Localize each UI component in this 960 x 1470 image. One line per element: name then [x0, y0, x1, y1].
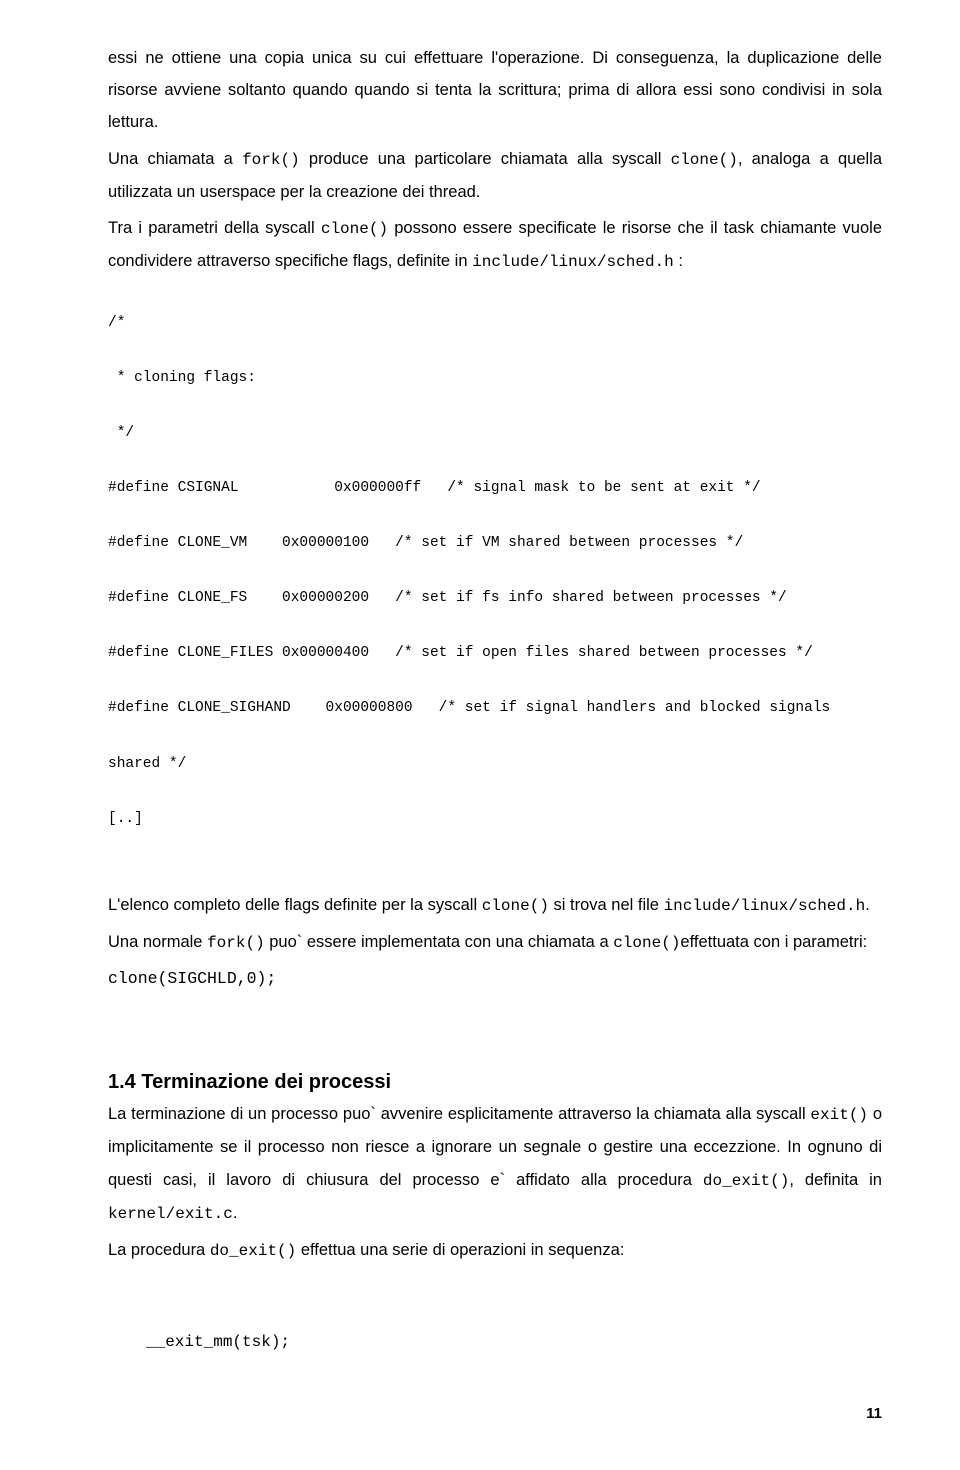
text: L'elenco completo delle flags definite p…: [108, 896, 482, 914]
code-line: */: [108, 420, 882, 448]
code-line: [..]: [108, 806, 882, 834]
body-paragraph-5: Una normale fork() puo` essere implement…: [108, 926, 882, 959]
inline-code: clone(): [671, 151, 738, 169]
code-line: #define CSIGNAL 0x000000ff /* signal mas…: [108, 475, 882, 503]
inline-code: kernel/exit.c: [108, 1205, 233, 1223]
text: La procedura: [108, 1241, 210, 1259]
code-line: * cloning flags:: [108, 365, 882, 393]
code-block: /* * cloning flags: */ #define CSIGNAL 0…: [108, 282, 882, 860]
body-paragraph-1: essi ne ottiene una copia unica su cui e…: [108, 42, 882, 139]
text: Una normale: [108, 933, 207, 951]
code-token: 0x00000800: [326, 700, 413, 716]
text: :: [674, 252, 683, 270]
inline-code: include/linux/sched.h: [472, 253, 674, 271]
code-line: shared */: [108, 751, 882, 779]
code-line: #define CLONE_FS 0x00000200 /* set if fs…: [108, 585, 882, 613]
code-line: #define CLONE_SIGHAND 0x00000800 /* set …: [108, 695, 882, 723]
inline-code: do_exit(): [703, 1172, 789, 1190]
code-token: /* set if signal handlers and blocked si…: [439, 700, 831, 716]
inline-code: clone(): [321, 220, 388, 238]
code-token: #define CLONE_SIGHAND: [108, 700, 291, 716]
text: , definita in: [789, 1171, 882, 1189]
inline-code: do_exit(): [210, 1242, 296, 1260]
code-line: #define CLONE_VM 0x00000100 /* set if VM…: [108, 530, 882, 558]
code-line: clone(SIGCHLD,0);: [108, 963, 882, 995]
text: produce una particolare chiamata alla sy…: [300, 150, 671, 168]
body-paragraph-4: L'elenco completo delle flags definite p…: [108, 889, 882, 922]
code-line: /*: [108, 310, 882, 338]
inline-code: exit(): [810, 1106, 868, 1124]
code-line: #define CLONE_FILES 0x00000400 /* set if…: [108, 640, 882, 668]
text: si trova nel file: [549, 896, 664, 914]
text: Una chiamata a: [108, 150, 242, 168]
inline-code: include/linux/sched.h: [664, 897, 866, 915]
body-paragraph-2: Una chiamata a fork() produce una partic…: [108, 143, 882, 208]
text: La terminazione di un processo puo` avve…: [108, 1105, 810, 1123]
text: effettua una serie di operazioni in sequ…: [296, 1241, 624, 1259]
text: effettuata con i parametri:: [680, 933, 867, 951]
inline-code: fork(): [207, 934, 265, 952]
page-number: 11: [108, 1405, 882, 1422]
inline-code: clone(): [613, 934, 680, 952]
inline-code: fork(): [242, 151, 300, 169]
code-line-indented: __exit_mm(tsk);: [108, 1333, 882, 1351]
body-paragraph-3: Tra i parametri della syscall clone() po…: [108, 212, 882, 278]
body-paragraph-7: La procedura do_exit() effettua una seri…: [108, 1234, 882, 1267]
text: .: [233, 1204, 238, 1222]
text: puo` essere implementata con una chiamat…: [265, 933, 614, 951]
body-paragraph-6: La terminazione di un processo puo` avve…: [108, 1098, 882, 1230]
text: Tra i parametri della syscall: [108, 219, 321, 237]
inline-code: clone(): [482, 897, 549, 915]
text: .: [865, 896, 870, 914]
section-heading: 1.4 Terminazione dei processi: [108, 1071, 882, 1094]
